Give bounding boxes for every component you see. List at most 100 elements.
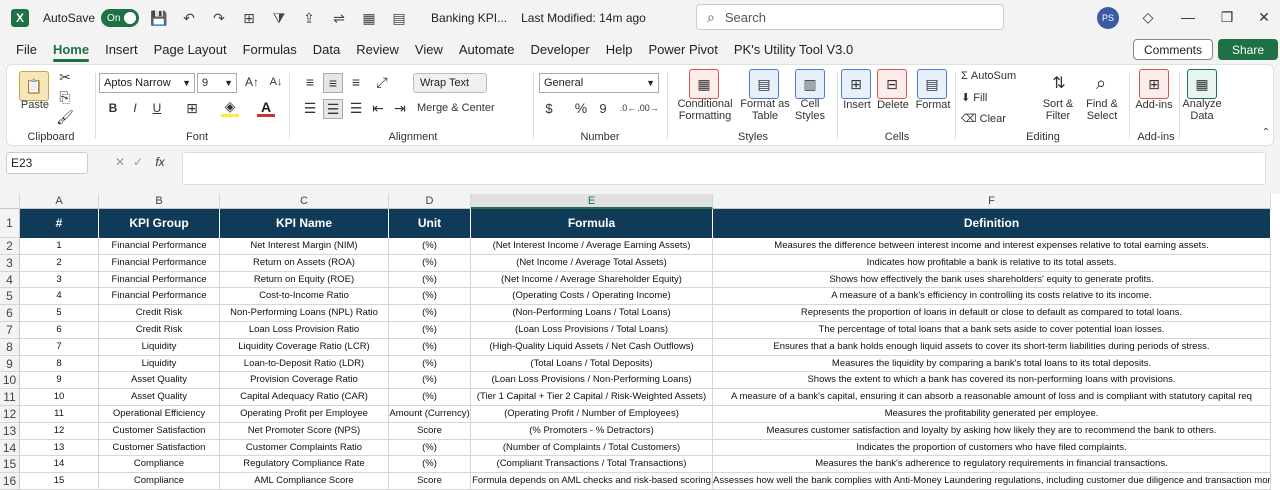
- comments-button[interactable]: Comments: [1133, 39, 1213, 60]
- increase-decimal-icon[interactable]: .0←: [619, 99, 637, 117]
- name-box[interactable]: E23: [6, 152, 88, 174]
- table-cell[interactable]: Cost-to-Income Ratio: [220, 288, 389, 306]
- tab-utility-tool[interactable]: PK's Utility Tool V3.0: [726, 38, 861, 62]
- align-top-icon[interactable]: ≡: [301, 73, 319, 91]
- align-right-icon[interactable]: ☰: [347, 99, 365, 117]
- table-cell[interactable]: Financial Performance: [99, 271, 220, 289]
- table-cell[interactable]: 7: [20, 338, 99, 356]
- analyze-data-icon[interactable]: ▦: [1187, 69, 1217, 99]
- table-cell[interactable]: 14: [20, 456, 99, 474]
- table-cell[interactable]: Score: [389, 422, 471, 440]
- table-cell[interactable]: 3: [20, 271, 99, 289]
- table-cell[interactable]: Asset Quality: [99, 389, 220, 406]
- table-cell[interactable]: Credit Risk: [99, 322, 220, 339]
- redo-icon[interactable]: ↷: [209, 8, 229, 28]
- number-format-select[interactable]: General ▼: [539, 73, 659, 93]
- table-cell[interactable]: Shows the extent to which a bank has cov…: [713, 372, 1271, 390]
- row-header[interactable]: 5: [0, 288, 20, 306]
- fill-button[interactable]: ⬇ Fill: [961, 91, 1021, 104]
- conditional-formatting-icon[interactable]: ▦: [689, 69, 719, 99]
- tab-home[interactable]: Home: [45, 38, 97, 62]
- save-icon[interactable]: 💾: [149, 8, 169, 28]
- merge-center-button[interactable]: Merge & Center: [417, 102, 527, 114]
- table-cell[interactable]: Measures the liquidity by comparing a ba…: [713, 355, 1271, 373]
- comma-button[interactable]: 9: [595, 99, 611, 117]
- row-header[interactable]: 2: [0, 238, 20, 255]
- search-input[interactable]: ⌕ Search: [696, 4, 1004, 30]
- table-cell[interactable]: 10: [20, 389, 99, 406]
- autosum-button[interactable]: Σ AutoSum: [961, 70, 1031, 82]
- avatar[interactable]: PS: [1097, 7, 1119, 29]
- row-header[interactable]: 7: [0, 322, 20, 339]
- table-cell[interactable]: 5: [20, 305, 99, 322]
- increase-indent-icon[interactable]: ⇥: [391, 99, 409, 117]
- table-cell[interactable]: Score: [389, 473, 471, 490]
- table-cell[interactable]: Customer Complaints Ratio: [220, 439, 389, 457]
- table-cell[interactable]: AML Compliance Score: [220, 473, 389, 490]
- italic-button[interactable]: I: [127, 99, 143, 117]
- row-header[interactable]: 16: [0, 473, 20, 490]
- tab-page-layout[interactable]: Page Layout: [146, 38, 235, 62]
- decrease-font-icon[interactable]: A↓: [267, 73, 285, 91]
- cell-styles-button[interactable]: Cell Styles: [787, 98, 833, 122]
- sort-filter-button[interactable]: Sort & Filter: [1037, 98, 1079, 122]
- table-cell[interactable]: Net Promoter Score (NPS): [220, 422, 389, 440]
- table-cell[interactable]: Capital Adequacy Ratio (CAR): [220, 389, 389, 406]
- table-cell[interactable]: (Operating Costs / Operating Income): [471, 288, 713, 306]
- table-cell[interactable]: (%): [389, 439, 471, 457]
- increase-font-icon[interactable]: A↑: [243, 73, 261, 91]
- table-cell[interactable]: (Net Interest Income / Average Earning A…: [471, 238, 713, 255]
- align-center-icon[interactable]: ☰: [323, 99, 343, 119]
- table-cell[interactable]: (%): [389, 372, 471, 390]
- find-select-button[interactable]: Find & Select: [1079, 98, 1125, 122]
- table-cell[interactable]: Ensures that a bank holds enough liquid …: [713, 338, 1271, 356]
- paste-button[interactable]: Paste: [15, 99, 55, 111]
- decrease-decimal-icon[interactable]: .00→: [637, 99, 659, 117]
- undo-icon[interactable]: ↶: [179, 8, 199, 28]
- tab-insert[interactable]: Insert: [97, 38, 146, 62]
- format-as-table-icon[interactable]: ▤: [749, 69, 779, 99]
- table-cell[interactable]: Liquidity: [99, 355, 220, 373]
- table-cell[interactable]: Loan-to-Deposit Ratio (LDR): [220, 355, 389, 373]
- table-cell[interactable]: (% Promoters - % Detractors): [471, 422, 713, 440]
- table-cell[interactable]: 12: [20, 422, 99, 440]
- table-cell[interactable]: 4: [20, 288, 99, 306]
- bold-button[interactable]: B: [105, 99, 121, 117]
- orientation-icon[interactable]: ⤢: [371, 73, 393, 91]
- row-header[interactable]: 1: [0, 209, 20, 238]
- insert-cells-button[interactable]: Insert: [839, 99, 875, 111]
- table-cell[interactable]: 15: [20, 473, 99, 490]
- table-header-cell[interactable]: Definition: [713, 209, 1271, 238]
- table-cell[interactable]: Financial Performance: [99, 254, 220, 272]
- insert-cells-icon[interactable]: ⊞: [841, 69, 871, 99]
- table-header-cell[interactable]: Formula: [471, 209, 713, 238]
- cut-icon[interactable]: ✂: [57, 69, 73, 85]
- tab-view[interactable]: View: [407, 38, 451, 62]
- table-cell[interactable]: (Tier 1 Capital + Tier 2 Capital / Risk-…: [471, 389, 713, 406]
- clear-button[interactable]: ⌫ Clear: [961, 112, 1021, 125]
- table-header-cell[interactable]: KPI Group: [99, 209, 220, 238]
- autosave-toggle[interactable]: On: [101, 9, 140, 27]
- table-cell[interactable]: 8: [20, 355, 99, 373]
- calculator-icon[interactable]: ▤: [389, 8, 409, 28]
- borders-icon[interactable]: ⊞: [239, 8, 259, 28]
- format-as-table-button[interactable]: Format as Table: [737, 98, 793, 122]
- table-cell[interactable]: A measure of a bank's efficiency in cont…: [713, 288, 1271, 306]
- table-cell[interactable]: Asset Quality: [99, 372, 220, 390]
- table-cell[interactable]: (%): [389, 238, 471, 255]
- table-icon[interactable]: ▦: [359, 8, 379, 28]
- align-middle-icon[interactable]: ≡: [323, 73, 343, 93]
- row-header[interactable]: 6: [0, 305, 20, 322]
- align-left-icon[interactable]: ☰: [301, 99, 319, 117]
- table-cell[interactable]: (%): [389, 456, 471, 474]
- table-cell[interactable]: (%): [389, 355, 471, 373]
- format-cells-icon[interactable]: ▤: [917, 69, 947, 99]
- tab-developer[interactable]: Developer: [523, 38, 598, 62]
- font-color-icon[interactable]: A: [257, 99, 275, 117]
- table-cell[interactable]: (%): [389, 322, 471, 339]
- row-header[interactable]: 12: [0, 406, 20, 423]
- table-cell[interactable]: 9: [20, 372, 99, 390]
- tab-review[interactable]: Review: [348, 38, 407, 62]
- table-header-cell[interactable]: #: [20, 209, 99, 238]
- font-name-select[interactable]: Aptos Narrow ▼: [99, 73, 195, 93]
